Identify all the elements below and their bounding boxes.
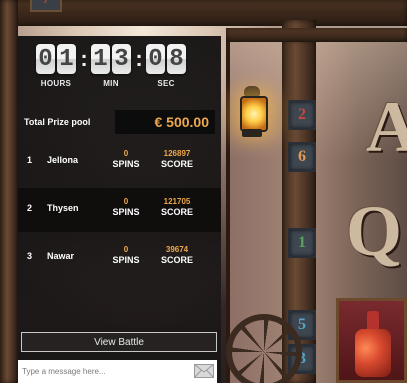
score-label: SCORE bbox=[160, 159, 193, 169]
player-spins: 0 SPINS bbox=[104, 245, 148, 266]
minutes-digit-2: 3 bbox=[112, 44, 131, 74]
leaderboard-row: 2 Thysen 0 SPINS 121705 SCORE bbox=[18, 188, 221, 232]
hours-digit-2: 1 bbox=[57, 44, 76, 74]
player-spins: 0 SPINS bbox=[104, 149, 148, 170]
prize-pool-amount: € 500.00 bbox=[115, 110, 215, 134]
wooden-crossbar bbox=[226, 28, 407, 42]
player-name: Jellona bbox=[47, 155, 79, 165]
player-rank: 1 bbox=[27, 155, 33, 165]
leaderboard-row: 1 Jellona 0 SPINS 126897 SCORE bbox=[18, 140, 221, 184]
leaderboard-row: 3 Nawar 0 SPINS 39674 SCORE bbox=[18, 236, 221, 280]
seconds-digit-1: 0 bbox=[146, 44, 165, 74]
bottle-icon bbox=[355, 311, 391, 377]
score-label: SCORE bbox=[160, 255, 193, 265]
envelope-icon[interactable] bbox=[194, 364, 214, 378]
sign-letter-a: A bbox=[366, 87, 407, 167]
battle-screen: 7 A Q 2 6 1 5 3 0 1 HOURS : bbox=[0, 0, 407, 383]
score-value: 126897 bbox=[163, 149, 191, 158]
prize-pool-row: Total Prize pool € 500.00 bbox=[18, 108, 221, 138]
hours-label: HOURS bbox=[40, 79, 72, 88]
letter-cube-2: 6 bbox=[288, 142, 316, 172]
prize-pool-label: Total Prize pool bbox=[24, 117, 91, 127]
minutes-label: MIN bbox=[103, 79, 119, 88]
countdown-timer: 0 1 HOURS : 1 3 MIN : 0 8 SEC bbox=[36, 44, 206, 94]
top-letter-cube: 7 bbox=[30, 0, 62, 12]
hours-digit-1: 0 bbox=[36, 44, 55, 74]
minutes-digit-1: 1 bbox=[91, 44, 110, 74]
spins-label: SPINS bbox=[112, 255, 140, 265]
timer-separator: : bbox=[80, 46, 88, 71]
spins-value: 0 bbox=[123, 245, 129, 254]
seconds-digit-2: 8 bbox=[167, 44, 186, 74]
score-value: 121705 bbox=[163, 197, 191, 206]
timer-separator: : bbox=[135, 46, 143, 71]
player-score: 39674 SCORE bbox=[155, 245, 199, 266]
lantern-icon bbox=[234, 86, 270, 146]
score-label: SCORE bbox=[160, 207, 193, 217]
letter-cube-1: 2 bbox=[288, 100, 316, 130]
player-rank: 2 bbox=[27, 203, 33, 213]
chat-box bbox=[18, 360, 217, 383]
timer-seconds: 0 8 SEC bbox=[146, 44, 186, 94]
spins-value: 0 bbox=[123, 149, 129, 158]
spins-label: SPINS bbox=[112, 159, 140, 169]
player-spins: 0 SPINS bbox=[104, 197, 148, 218]
player-score: 126897 SCORE bbox=[155, 149, 199, 170]
wooden-beam-left bbox=[0, 0, 18, 383]
bottle-symbol bbox=[336, 298, 407, 383]
view-battle-button[interactable]: View Battle bbox=[21, 332, 217, 352]
spins-label: SPINS bbox=[112, 207, 140, 217]
sign-letter-q: Q bbox=[346, 191, 403, 271]
wooden-beam-top bbox=[0, 0, 407, 26]
timer-minutes: 1 3 MIN bbox=[91, 44, 131, 94]
chat-message-input[interactable] bbox=[22, 362, 182, 381]
seconds-label: SEC bbox=[157, 79, 175, 88]
player-score: 121705 SCORE bbox=[155, 197, 199, 218]
letter-cube-3: 1 bbox=[288, 228, 316, 258]
wagon-wheel-icon bbox=[226, 314, 302, 383]
player-rank: 3 bbox=[27, 251, 33, 261]
battle-panel: 0 1 HOURS : 1 3 MIN : 0 8 SEC Total Priz… bbox=[18, 36, 221, 383]
score-value: 39674 bbox=[165, 245, 189, 254]
spins-value: 0 bbox=[123, 197, 129, 206]
player-name: Nawar bbox=[47, 251, 75, 261]
timer-hours: 0 1 HOURS bbox=[36, 44, 76, 94]
player-name: Thysen bbox=[47, 203, 79, 213]
